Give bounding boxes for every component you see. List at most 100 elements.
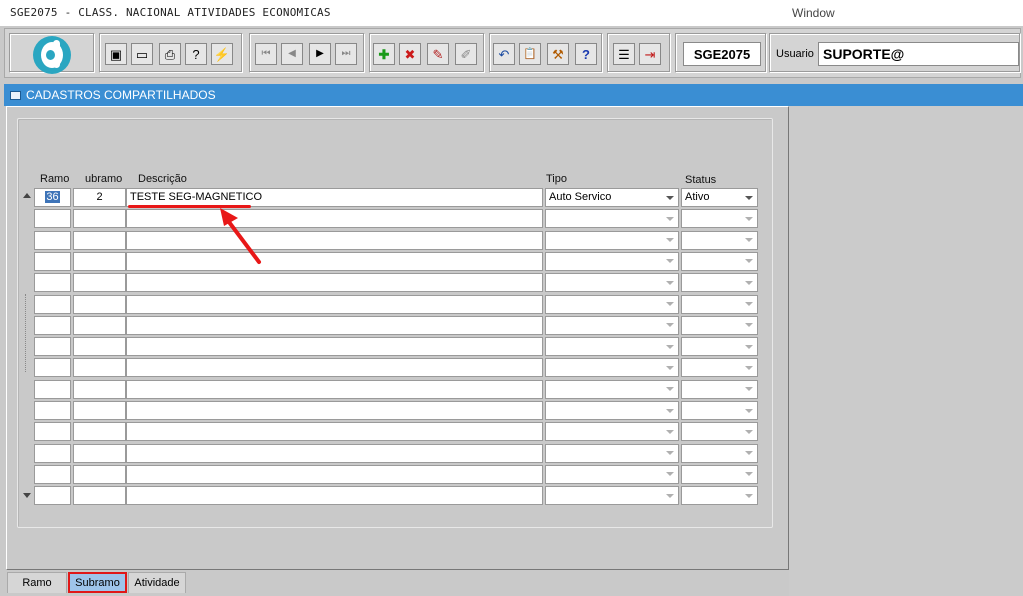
cell-descricao[interactable] (126, 401, 543, 420)
chevron-down-icon[interactable] (743, 340, 755, 353)
select-tipo[interactable] (545, 443, 679, 463)
cell-descricao[interactable] (126, 251, 543, 271)
cell-subramo[interactable] (73, 294, 126, 314)
select-status[interactable] (681, 251, 758, 271)
chevron-down-icon[interactable] (664, 212, 676, 225)
chevron-down-icon[interactable] (743, 489, 755, 502)
chevron-down-icon[interactable] (664, 298, 676, 311)
tools-icon[interactable]: ⚒ (547, 43, 569, 65)
tab-ramo[interactable]: Ramo (7, 572, 67, 593)
cell-descricao[interactable] (126, 464, 543, 484)
select-status[interactable] (681, 294, 758, 314)
cell-ramo[interactable] (34, 230, 71, 250)
cell-ramo[interactable] (34, 251, 71, 271)
cell-subramo[interactable] (73, 422, 126, 442)
cell-descricao[interactable] (126, 294, 543, 314)
chevron-down-icon[interactable] (743, 383, 755, 396)
select-status[interactable] (681, 337, 758, 357)
chevron-down-icon[interactable] (743, 447, 755, 460)
cell-ramo[interactable] (34, 294, 71, 314)
cell-descricao[interactable] (126, 337, 543, 357)
chevron-down-icon[interactable] (664, 319, 676, 332)
cell-descricao[interactable] (126, 358, 543, 378)
cell-ramo[interactable] (34, 422, 71, 442)
tab-subramo[interactable]: Subramo (68, 572, 127, 593)
chevron-down-icon[interactable] (664, 404, 676, 417)
select-status[interactable] (681, 379, 758, 399)
cell-subramo[interactable] (73, 315, 126, 335)
select-tipo[interactable] (545, 230, 679, 250)
cell-subramo[interactable] (73, 401, 126, 420)
chevron-down-icon[interactable] (743, 212, 755, 225)
cell-subramo[interactable] (73, 273, 126, 293)
select-status[interactable] (681, 209, 758, 229)
cell-ramo[interactable]: 36 (34, 188, 71, 207)
clipboard-icon[interactable]: 📋 (519, 43, 541, 65)
chevron-down-icon[interactable] (743, 191, 755, 204)
select-status[interactable] (681, 273, 758, 293)
cell-subramo[interactable] (73, 358, 126, 378)
chevron-down-icon[interactable] (664, 447, 676, 460)
cell-subramo[interactable] (73, 230, 126, 250)
exit-icon[interactable]: ⇥ (639, 43, 661, 65)
cell-ramo[interactable] (34, 443, 71, 463)
cell-descricao[interactable] (126, 379, 543, 399)
chevron-down-icon[interactable] (743, 404, 755, 417)
print-icon[interactable]: ⎙ (159, 43, 181, 65)
cell-ramo[interactable] (34, 273, 71, 293)
cell-ramo[interactable] (34, 464, 71, 484)
cell-ramo[interactable] (34, 337, 71, 357)
chevron-down-icon[interactable] (743, 298, 755, 311)
select-tipo[interactable] (545, 209, 679, 229)
select-status[interactable] (681, 422, 758, 442)
chevron-down-icon[interactable] (664, 383, 676, 396)
cell-subramo[interactable] (73, 486, 126, 506)
chevron-down-icon[interactable] (743, 319, 755, 332)
select-tipo[interactable] (545, 315, 679, 335)
edit-record-icon[interactable]: ✎ (427, 43, 449, 65)
select-tipo[interactable] (545, 486, 679, 506)
select-status[interactable] (681, 464, 758, 484)
tab-atividade[interactable]: Atividade (128, 572, 186, 593)
chevron-down-icon[interactable] (664, 361, 676, 374)
cell-subramo[interactable] (73, 251, 126, 271)
chevron-down-icon[interactable] (664, 255, 676, 268)
cell-subramo[interactable] (73, 209, 126, 229)
chevron-down-icon[interactable] (743, 276, 755, 289)
select-status[interactable] (681, 358, 758, 378)
chevron-down-icon[interactable] (743, 468, 755, 481)
chevron-down-icon[interactable] (664, 234, 676, 247)
select-tipo[interactable] (545, 273, 679, 293)
next-record-icon[interactable]: ▶ (309, 43, 331, 65)
select-status[interactable] (681, 315, 758, 335)
cell-descricao[interactable] (126, 443, 543, 463)
select-status[interactable] (681, 486, 758, 506)
window-menu[interactable]: Window (792, 6, 835, 20)
menu-icon[interactable]: ☰ (613, 43, 635, 65)
chevron-down-icon[interactable] (664, 340, 676, 353)
chevron-down-icon[interactable] (664, 276, 676, 289)
delete-record-icon[interactable]: ✖ (399, 43, 421, 65)
select-tipo[interactable] (545, 358, 679, 378)
select-status[interactable] (681, 230, 758, 250)
cell-subramo[interactable] (73, 337, 126, 357)
cell-subramo[interactable] (73, 443, 126, 463)
cell-subramo[interactable] (73, 464, 126, 484)
cell-descricao[interactable] (126, 209, 543, 229)
select-tipo[interactable] (545, 464, 679, 484)
last-record-icon[interactable]: ⏭ (335, 43, 357, 65)
select-tipo[interactable] (545, 337, 679, 357)
scroll-up-icon[interactable] (21, 190, 32, 201)
cell-descricao[interactable] (126, 422, 543, 442)
select-tipo[interactable] (545, 401, 679, 420)
cell-descricao[interactable] (126, 273, 543, 293)
chevron-down-icon[interactable] (664, 468, 676, 481)
select-status[interactable]: Ativo (681, 188, 758, 207)
save-icon[interactable]: ▣ (105, 43, 127, 65)
cell-descricao[interactable] (126, 230, 543, 250)
first-record-icon[interactable]: ⏮ (255, 43, 277, 65)
select-tipo[interactable] (545, 251, 679, 271)
clear-icon[interactable]: ✐ (455, 43, 477, 65)
cell-descricao[interactable] (126, 315, 543, 335)
execute-query-icon[interactable]: ⚡ (211, 43, 233, 65)
